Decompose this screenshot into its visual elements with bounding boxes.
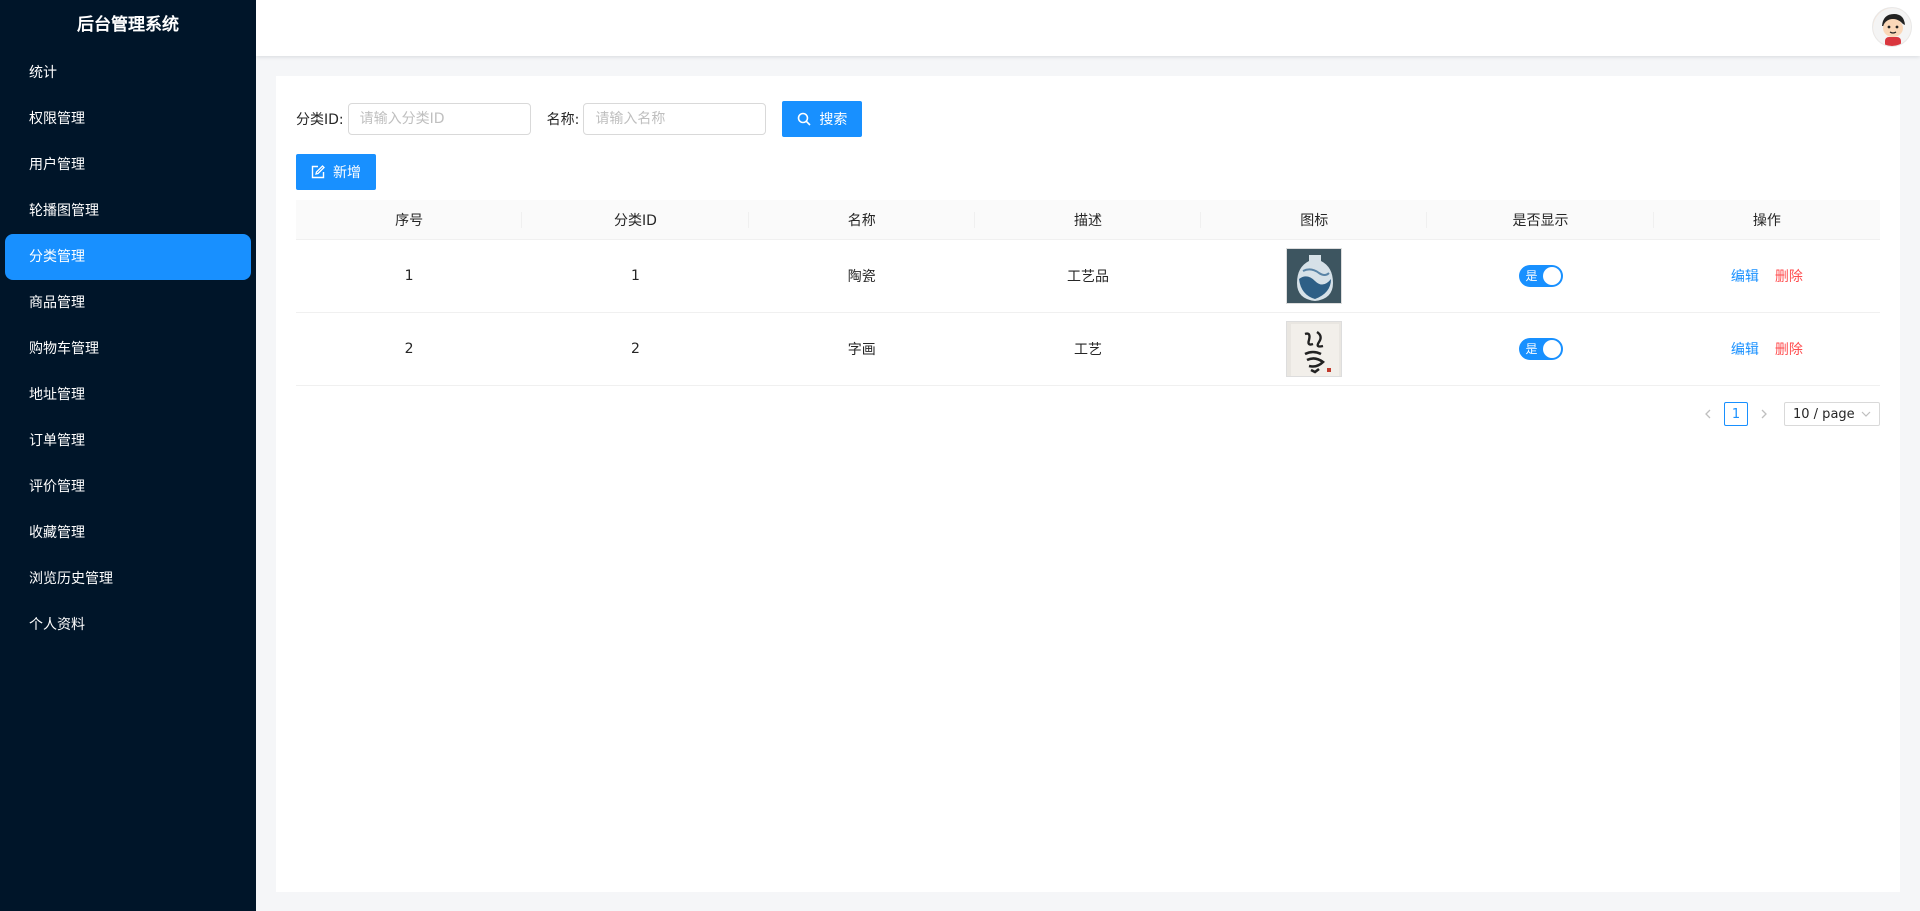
table-header: 序号 分类ID 名称 描述 图标 是否显示 操作 — [296, 200, 1880, 240]
porcelain-vase-image[interactable] — [1286, 248, 1343, 304]
edit-icon — [311, 165, 325, 179]
cell-actions: 编辑 删除 — [1654, 240, 1880, 312]
sidebar-item-users[interactable]: 用户管理 — [5, 142, 251, 188]
sidebar-item-favorites[interactable]: 收藏管理 — [5, 510, 251, 556]
toggle-knob — [1542, 267, 1561, 285]
table-row: 1 1 陶瓷 工艺品 是 编辑 删除 — [296, 240, 1880, 313]
cell-description: 工艺品 — [1066, 269, 1109, 285]
page-number-current[interactable]: 1 — [1724, 402, 1748, 426]
add-button-label: 新增 — [333, 165, 361, 181]
pagination: 1 10 / page — [1696, 402, 1880, 426]
cell-icon — [1201, 240, 1427, 312]
toggle-label: 是 — [1525, 342, 1538, 356]
cell-category-id: 2 — [630, 341, 640, 357]
sidebar-item-cart[interactable]: 购物车管理 — [5, 326, 251, 372]
sidebar-item-products[interactable]: 商品管理 — [5, 280, 251, 326]
avatar-image — [1873, 8, 1911, 46]
cell-show: 是 — [1427, 240, 1653, 312]
name-label: 名称: — [546, 112, 580, 128]
column-header-show[interactable]: 是否显示 — [1427, 200, 1654, 239]
cell-index: 1 — [404, 268, 414, 284]
edit-link[interactable]: 编辑 — [1731, 266, 1759, 286]
edit-link[interactable]: 编辑 — [1731, 339, 1759, 359]
show-toggle[interactable]: 是 — [1518, 338, 1563, 360]
column-header-index[interactable]: 序号 — [296, 200, 523, 239]
search-bar: 分类ID: 名称: 搜索 — [296, 101, 863, 137]
cell-description: 工艺 — [1073, 342, 1102, 358]
name-input[interactable] — [583, 103, 767, 135]
page-size-value: 10 / page — [1793, 406, 1855, 422]
content-card: 分类ID: 名称: 搜索 新增 序号 分类ID 名称 描述 图标 是否显示 操作 — [276, 76, 1900, 892]
sidebar-item-profile[interactable]: 个人资料 — [5, 602, 251, 648]
column-header-category-id[interactable]: 分类ID — [522, 200, 749, 239]
sidebar-item-orders[interactable]: 订单管理 — [5, 418, 251, 464]
top-header — [256, 0, 1920, 56]
toggle-label: 是 — [1525, 269, 1538, 283]
cell-actions: 编辑 删除 — [1654, 313, 1880, 385]
page-size-select[interactable]: 10 / page — [1784, 402, 1880, 426]
sidebar-item-history[interactable]: 浏览历史管理 — [5, 556, 251, 602]
cell-show: 是 — [1427, 313, 1653, 385]
delete-link[interactable]: 删除 — [1775, 339, 1803, 359]
sidebar: 后台管理系统 统计 权限管理 用户管理 轮播图管理 分类管理 商品管理 购物车管… — [0, 0, 256, 911]
add-button[interactable]: 新增 — [296, 154, 376, 190]
category-table: 序号 分类ID 名称 描述 图标 是否显示 操作 1 1 陶瓷 工艺品 是 编辑… — [296, 200, 1880, 386]
toggle-knob — [1542, 340, 1561, 358]
calligraphy-image[interactable] — [1286, 321, 1343, 377]
sidebar-item-categories[interactable]: 分类管理 — [5, 234, 251, 280]
column-header-name[interactable]: 名称 — [749, 200, 976, 239]
cell-icon — [1201, 313, 1427, 385]
search-button[interactable]: 搜索 — [782, 101, 863, 137]
cell-name: 陶瓷 — [847, 269, 876, 285]
chevron-left-icon[interactable] — [1696, 402, 1720, 426]
show-toggle[interactable]: 是 — [1518, 265, 1563, 287]
chevron-down-icon — [1861, 411, 1871, 417]
sidebar-item-carousel[interactable]: 轮播图管理 — [5, 188, 251, 234]
table-row: 2 2 字画 工艺 是 编辑 删除 — [296, 313, 1880, 386]
sidebar-item-statistics[interactable]: 统计 — [5, 50, 251, 96]
sidebar-item-addresses[interactable]: 地址管理 — [5, 372, 251, 418]
cell-category-id: 1 — [630, 268, 640, 284]
search-icon — [798, 112, 811, 126]
app-title: 后台管理系统 — [77, 15, 179, 35]
search-button-label: 搜索 — [819, 112, 848, 128]
sidebar-item-reviews[interactable]: 评价管理 — [5, 464, 251, 510]
category-id-label: 分类ID: — [296, 112, 344, 128]
avatar[interactable] — [1872, 7, 1912, 47]
column-header-actions[interactable]: 操作 — [1654, 200, 1880, 239]
sidebar-item-permissions[interactable]: 权限管理 — [5, 96, 251, 142]
cell-name: 字画 — [847, 342, 876, 358]
column-header-icon[interactable]: 图标 — [1201, 200, 1428, 239]
delete-link[interactable]: 删除 — [1775, 266, 1803, 286]
column-header-description[interactable]: 描述 — [975, 200, 1202, 239]
category-id-input[interactable] — [347, 103, 531, 135]
cell-index: 2 — [404, 341, 414, 357]
chevron-right-icon[interactable] — [1752, 402, 1776, 426]
sidebar-menu: 统计 权限管理 用户管理 轮播图管理 分类管理 商品管理 购物车管理 地址管理 … — [0, 50, 256, 648]
